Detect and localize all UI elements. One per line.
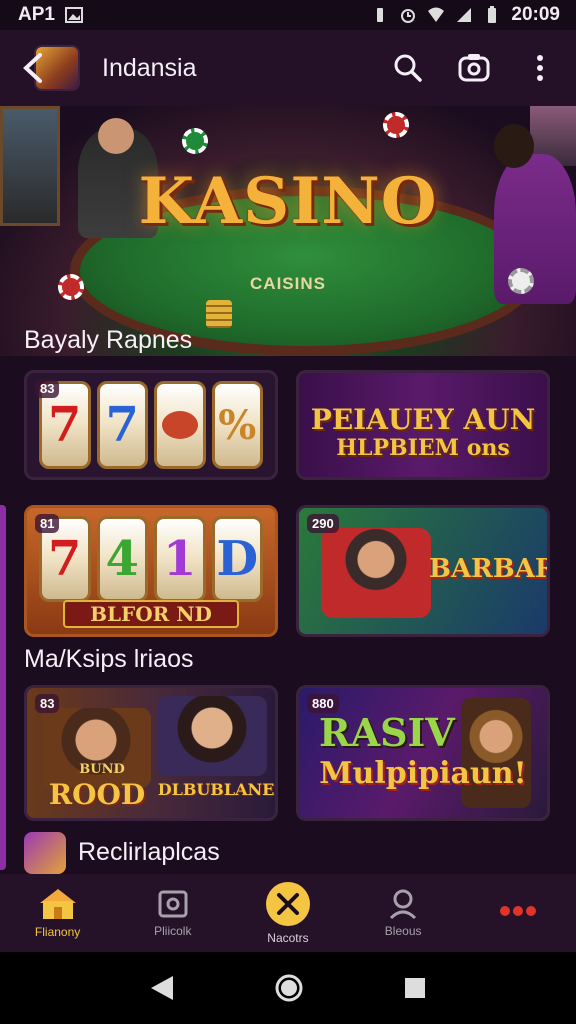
bottom-navigation: Flianony Pliicolk Nacotrs Bleous: [0, 874, 576, 952]
more-options-button[interactable]: [524, 52, 556, 84]
user-icon: [390, 889, 417, 920]
wallet-icon: [158, 890, 188, 918]
side-scroll-tab[interactable]: [0, 505, 6, 870]
game-card[interactable]: 880 RASIV Mulpipiaun!: [296, 685, 550, 821]
app-bar: Indansia: [0, 30, 576, 106]
card-badge: 290: [307, 514, 339, 533]
wifi-icon: [428, 7, 445, 22]
character-illustration: [321, 528, 431, 618]
poker-chip-icon: [182, 128, 208, 154]
card-title: PEIAUEY AUN: [310, 403, 536, 436]
system-back-icon[interactable]: [149, 974, 175, 1002]
card-title: ROOD: [48, 778, 146, 811]
status-bar: AP1 20:09: [0, 0, 576, 30]
back-icon: [23, 53, 42, 83]
search-button[interactable]: [392, 52, 424, 84]
search-icon: [394, 54, 422, 82]
nav-tab-profile[interactable]: Bleous: [353, 888, 453, 938]
card-tagline: BUND: [79, 762, 125, 777]
hero-subtitle: CAISINS: [250, 274, 326, 293]
cherry-icon: [161, 411, 198, 439]
nav-tab-games[interactable]: Nacotrs: [238, 881, 338, 945]
card-title: RASIV: [319, 710, 455, 755]
system-recents-icon[interactable]: [403, 976, 427, 1000]
app-title: Indansia: [102, 53, 197, 82]
carrier-label: AP1: [18, 4, 55, 25]
section-icon: [24, 832, 66, 874]
card-badge: 81: [35, 514, 60, 533]
nav-tab-more[interactable]: [468, 904, 568, 922]
nav-label: Nacotrs: [267, 931, 309, 945]
camera-icon: [458, 54, 490, 82]
reel: 7: [96, 381, 148, 469]
back-button[interactable]: [22, 45, 82, 91]
nav-label: Pliicolk: [154, 924, 192, 938]
game-card[interactable]: 290 BARBAR: [296, 505, 550, 637]
dealer-head-left: [98, 118, 134, 154]
swords-icon: [265, 882, 310, 926]
battery-icon: [488, 6, 497, 23]
card-badge: 83: [35, 379, 60, 398]
system-home-icon[interactable]: [274, 973, 304, 1003]
game-card[interactable]: 83 BUND ROOD DLBUBLANE: [24, 685, 278, 821]
camera-button[interactable]: [458, 52, 490, 84]
character-illustration: [157, 696, 267, 776]
card-badge: 83: [35, 694, 60, 713]
hero-banner[interactable]: KASINO CAISINS: [0, 106, 576, 356]
section-title: Bayaly Rapnes: [24, 326, 193, 354]
card-subtitle: DLBUBLANE: [157, 780, 275, 799]
more-vertical-icon: [537, 55, 543, 81]
slot-reels: 7 7 %: [39, 381, 263, 469]
reel: 4: [96, 516, 148, 602]
home-icon: [39, 889, 76, 919]
alarm-icon: [401, 9, 416, 23]
reel: D: [211, 516, 263, 602]
nav-tab-home[interactable]: Flianony: [8, 887, 108, 939]
reel: %: [211, 381, 263, 469]
slot-reels: 7 4 1 D: [39, 516, 263, 602]
nav-label: Flianony: [34, 925, 81, 939]
nav-label: Bleous: [384, 924, 422, 938]
character-illustration: [461, 698, 531, 808]
game-card[interactable]: 7 4 1 D 81 BLFOR ND: [24, 505, 278, 637]
card-subtitle: HLPBIEM ons: [336, 435, 510, 461]
reel: [154, 381, 206, 469]
image-notification-icon: [64, 7, 83, 23]
hero-title: KASINO: [138, 164, 438, 239]
nav-tab-wallet[interactable]: Pliicolk: [123, 888, 223, 938]
section-title: Reclirlaplcas: [78, 838, 220, 866]
card-title: BARBAR: [429, 554, 550, 584]
card-caption: BLFOR ND: [63, 600, 239, 628]
player-head-right: [494, 124, 534, 168]
game-card[interactable]: 7 7 % 83: [24, 370, 278, 480]
chip-stack: [206, 300, 232, 328]
poker-chip-icon: [383, 112, 409, 138]
reel: 1: [154, 516, 206, 602]
system-navigation-bar: [0, 952, 576, 1024]
game-card[interactable]: PEIAUEY AUN HLPBIEM ons: [296, 370, 550, 480]
card-subtitle: Mulpipiaun!: [319, 756, 527, 791]
section-title: Ma/Ksips lriaos: [24, 645, 194, 673]
signal-icon: [457, 8, 472, 22]
more-dots-icon: [500, 906, 537, 916]
vibrate-icon: [377, 8, 384, 22]
clock: 20:09: [511, 4, 560, 25]
